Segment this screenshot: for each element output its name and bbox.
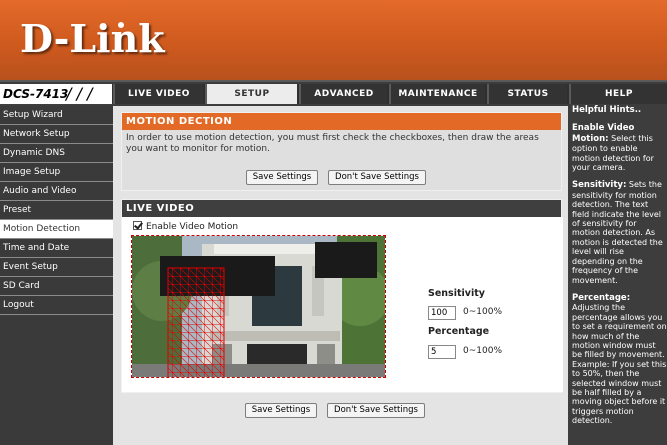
tab-maintenance[interactable]: MAINTENANCE <box>389 84 485 104</box>
live-video-panel: Enable Video Motion Sensitivity 100 0~10… <box>122 217 563 392</box>
percentage-range: 0~100% <box>463 346 502 356</box>
help-enable: Enable Video Motion: Select this option … <box>572 123 667 172</box>
logo-dot <box>118 22 124 28</box>
tab-setup[interactable]: SETUP <box>205 84 297 104</box>
dont-save-button-bottom[interactable]: Don't Save Settings <box>327 403 425 418</box>
help-panel: Helpful Hints.. Enable Video Motion: Sel… <box>568 104 667 445</box>
sidebar-item-logout[interactable]: Logout <box>0 296 113 315</box>
model-name: DCS-7413 <box>3 87 69 101</box>
sidebar-item-motion-detection[interactable]: Motion Detection <box>0 220 113 239</box>
sidebar-item-audio-video[interactable]: Audio and Video <box>0 182 113 201</box>
sidebar-item-network-setup[interactable]: Network Setup <box>0 125 113 144</box>
tab-advanced[interactable]: ADVANCED <box>299 84 387 104</box>
intro-text: In order to use motion detection, you mu… <box>126 133 539 154</box>
page-header: D-Link <box>0 0 667 82</box>
sensitivity-range: 0~100% <box>463 307 502 317</box>
percentage-input[interactable]: 5 <box>428 345 456 359</box>
help-title: Helpful Hints.. <box>572 105 642 115</box>
percentage-label: Percentage <box>428 326 490 337</box>
live-video-section: LIVE VIDEO Enable Video Motion Sensitivi… <box>121 199 563 393</box>
help-sensitivity: Sensitivity: Sets the sensitivity for mo… <box>572 180 667 284</box>
save-button[interactable]: Save Settings <box>246 170 318 185</box>
sidebar: Setup Wizard Network Setup Dynamic DNS I… <box>0 106 113 445</box>
enable-video-motion-checkbox[interactable] <box>133 221 142 230</box>
tab-help[interactable]: HELP <box>569 84 667 104</box>
section-title: MOTION DECTION <box>122 113 561 130</box>
help-percentage-text: Adjusting the percentage allows you to s… <box>572 303 667 426</box>
help-percentage-head: Percentage: <box>572 292 631 303</box>
motion-detection-section: MOTION DECTION In order to use motion de… <box>121 112 562 191</box>
sidebar-item-dynamic-dns[interactable]: Dynamic DNS <box>0 144 113 163</box>
sidebar-item-event-setup[interactable]: Event Setup <box>0 258 113 277</box>
sidebar-item-time-date[interactable]: Time and Date <box>0 239 113 258</box>
section-title: LIVE VIDEO <box>122 200 561 217</box>
sidebar-item-image-setup[interactable]: Image Setup <box>0 163 113 182</box>
enable-video-motion-label: Enable Video Motion <box>146 222 239 232</box>
sidebar-item-sd-card[interactable]: SD Card <box>0 277 113 296</box>
tab-live-video[interactable]: LIVE VIDEO <box>113 84 203 104</box>
main-content: MOTION DECTION In order to use motion de… <box>113 106 568 445</box>
dlink-logo: D-Link <box>20 16 165 61</box>
enable-video-motion-row: Enable Video Motion <box>133 221 238 232</box>
help-sensitivity-head: Sensitivity: <box>572 180 627 191</box>
sensitivity-label: Sensitivity <box>428 288 485 299</box>
camera-scene-image <box>132 236 385 377</box>
model-divider-icon: / / / <box>66 84 93 103</box>
live-video-feed[interactable] <box>131 235 386 378</box>
sidebar-item-preset[interactable]: Preset <box>0 201 113 220</box>
help-percentage: Percentage: Adjusting the percentage all… <box>572 293 667 426</box>
help-sensitivity-text: Sets the sensitivity for motion detectio… <box>572 180 663 285</box>
model-label: DCS-7413 / / / <box>0 84 112 104</box>
tab-status[interactable]: STATUS <box>487 84 567 104</box>
save-button-bottom[interactable]: Save Settings <box>245 403 317 418</box>
dont-save-button[interactable]: Don't Save Settings <box>328 170 426 185</box>
sensitivity-input[interactable]: 100 <box>428 306 456 320</box>
sidebar-item-setup-wizard[interactable]: Setup Wizard <box>0 106 113 125</box>
